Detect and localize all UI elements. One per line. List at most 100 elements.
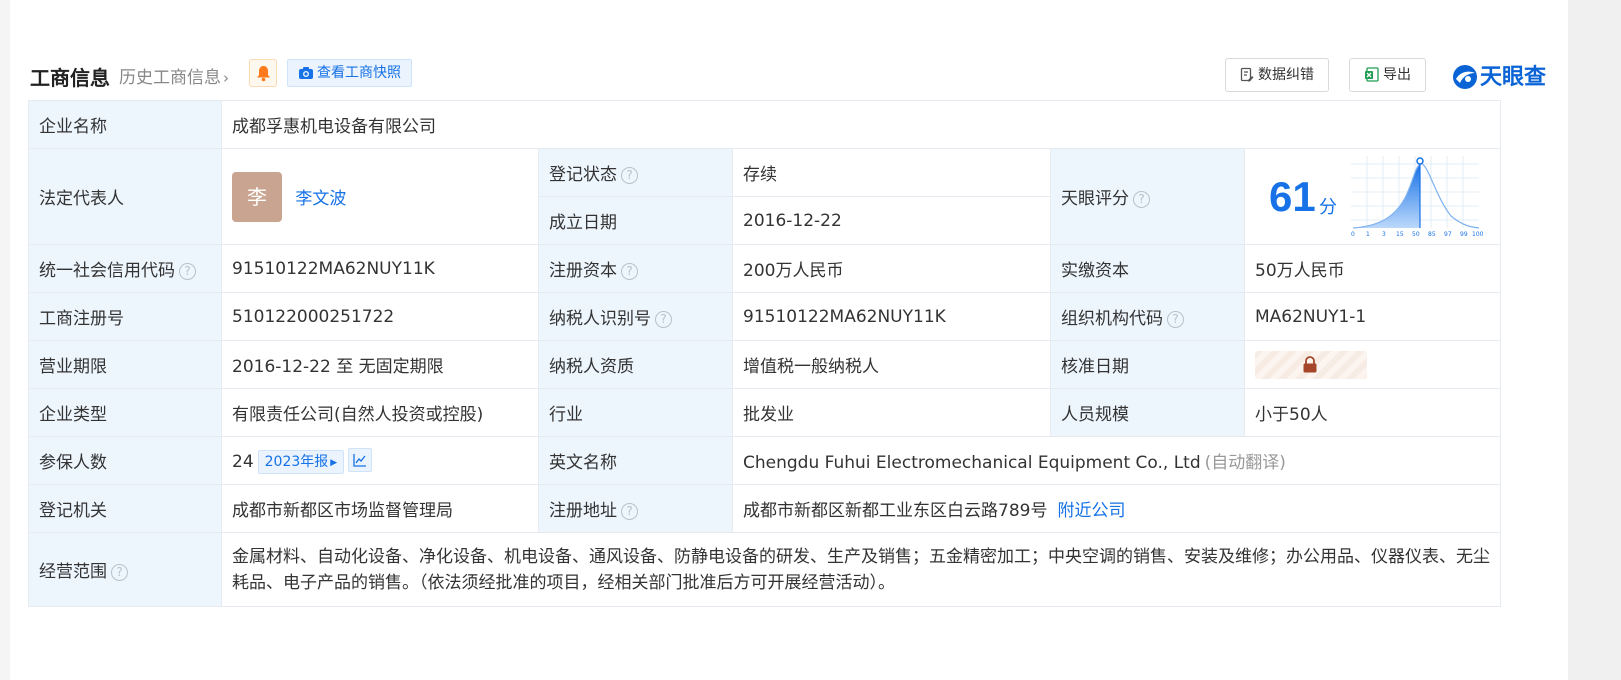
- help-icon[interactable]: ?: [621, 167, 638, 184]
- founded-label: 成立日期: [538, 196, 733, 245]
- snapshot-button[interactable]: 查看工商快照: [287, 59, 412, 87]
- line-chart-icon: [353, 453, 367, 467]
- help-icon[interactable]: ?: [655, 311, 672, 328]
- score-axis-tick: 0: [1351, 231, 1355, 238]
- taxpayer-id-label: 纳税人识别号: [549, 309, 651, 329]
- address-value: 成都市新都区新都工业东区白云路789号: [743, 501, 1048, 521]
- nearby-companies-link[interactable]: 附近公司: [1057, 501, 1125, 521]
- credit-code-label: 统一社会信用代码: [39, 261, 175, 281]
- english-name-cell: Chengdu Fuhui Electromechanical Equipmen…: [732, 436, 1501, 485]
- company-name-label: 企业名称: [28, 100, 222, 149]
- data-correction-button[interactable]: 数据纠错: [1225, 58, 1329, 92]
- section-header: 工商信息 历史工商信息 › 查看工商快照 数据纠错 导出 天眼查: [30, 56, 1550, 94]
- paid-capital-label: 实缴资本: [1050, 244, 1245, 293]
- section-title: 工商信息: [30, 66, 110, 90]
- table-row: 工商注册号 510122000251722 纳税人识别号? 91510122MA…: [28, 292, 1501, 341]
- score-axis-tick: 15: [1396, 231, 1404, 238]
- reg-capital-label-cell: 注册资本?: [538, 244, 733, 293]
- chevron-right-icon: ›: [223, 69, 229, 87]
- reg-capital-label: 注册资本: [549, 261, 617, 281]
- address-cell: 成都市新都区新都工业东区白云路789号 附近公司: [732, 484, 1501, 533]
- score-unit: 分: [1319, 197, 1337, 218]
- score-axis-tick: 100: [1472, 231, 1483, 238]
- annual-report-label: 2023年报: [264, 453, 329, 470]
- locked-value-button[interactable]: [1255, 350, 1367, 379]
- industry-value: 批发业: [732, 388, 1051, 437]
- staff-size-value: 小于50人: [1244, 388, 1501, 437]
- english-name-value: Chengdu Fuhui Electromechanical Equipmen…: [743, 453, 1201, 473]
- score-label: 天眼评分: [1061, 189, 1129, 209]
- score-axis-tick: 99: [1460, 231, 1468, 238]
- table-row: 经营范围? 金属材料、自动化设备、净化设备、机电设备、通风设备、防静电设备的研发…: [28, 532, 1501, 607]
- org-code-label: 组织机构代码: [1061, 309, 1163, 329]
- taxpayer-id-value: 91510122MA62NUY11K: [732, 292, 1051, 341]
- caret-right-icon: ▶: [330, 457, 338, 468]
- score-cell[interactable]: 61 分 0 1 3 15 50 85 97 99 100: [1244, 148, 1501, 245]
- snapshot-button-label: 查看工商快照: [317, 65, 401, 81]
- help-icon[interactable]: ?: [1133, 191, 1150, 208]
- scroll-gutter: [1568, 0, 1621, 680]
- scope-label-cell: 经营范围?: [28, 532, 222, 607]
- scope-label: 经营范围: [39, 562, 107, 582]
- tianyancha-logo: 天眼查: [1452, 59, 1546, 90]
- lock-icon: [1303, 355, 1317, 372]
- reg-status-value: 存续: [732, 148, 1051, 197]
- taxpayer-id-label-cell: 纳税人识别号?: [538, 292, 733, 341]
- annual-report-tag[interactable]: 2023年报 ▶: [257, 449, 345, 474]
- business-info-table: 企业名称 成都孚惠机电设备有限公司 法定代表人 李 李文波 登记状态? 存续 天…: [28, 100, 1501, 607]
- score-axis-tick: 85: [1428, 231, 1436, 238]
- reg-status-label: 登记状态: [549, 165, 617, 185]
- credit-code-label-cell: 统一社会信用代码?: [28, 244, 222, 293]
- trend-chart-button[interactable]: [348, 447, 373, 472]
- insured-cell: 24 2023年报 ▶: [221, 436, 539, 485]
- export-button[interactable]: 导出: [1349, 58, 1426, 92]
- score-label-cell: 天眼评分?: [1050, 148, 1245, 245]
- term-label: 营业期限: [28, 340, 222, 389]
- legal-rep-label: 法定代表人: [28, 148, 222, 245]
- credit-code-value: 91510122MA62NUY11K: [221, 244, 539, 293]
- edit-doc-icon: [1240, 67, 1254, 82]
- score-distribution-chart: 0 1 3 15 50 85 97 99 100: [1351, 156, 1483, 238]
- approval-date-cell: [1244, 340, 1501, 389]
- company-name-value: 成都孚惠机电设备有限公司: [221, 100, 1501, 149]
- founded-value: 2016-12-22: [732, 196, 1051, 245]
- score-axis-tick: 1: [1366, 231, 1370, 238]
- org-code-label-cell: 组织机构代码?: [1050, 292, 1245, 341]
- data-correction-label: 数据纠错: [1258, 67, 1314, 83]
- bell-icon: [257, 66, 270, 82]
- avatar[interactable]: 李: [232, 171, 282, 222]
- table-row: 营业期限 2016-12-22 至 无固定期限 纳税人资质 增值税一般纳税人 核…: [28, 340, 1501, 389]
- industry-label: 行业: [538, 388, 733, 437]
- help-icon[interactable]: ?: [1167, 311, 1184, 328]
- taxpayer-qual-label: 纳税人资质: [538, 340, 733, 389]
- legal-rep-name-link[interactable]: 李文波: [295, 189, 346, 209]
- help-icon[interactable]: ?: [621, 503, 638, 520]
- table-row: 法定代表人 李 李文波 登记状态? 存续 天眼评分? 61 分 0 1 3 15…: [28, 148, 1501, 245]
- export-label: 导出: [1383, 67, 1411, 83]
- help-icon[interactable]: ?: [621, 263, 638, 280]
- score-axis-tick: 97: [1444, 231, 1452, 238]
- help-icon[interactable]: ?: [111, 564, 128, 581]
- address-label: 注册地址: [549, 501, 617, 521]
- org-code-value: MA62NUY1-1: [1244, 292, 1501, 341]
- scope-value: 金属材料、自动化设备、净化设备、机电设备、通风设备、防静电设备的研发、生产及销售…: [221, 532, 1501, 607]
- tianyancha-logo-icon: [1453, 65, 1477, 89]
- company-type-label: 企业类型: [28, 388, 222, 437]
- table-row: 参保人数 24 2023年报 ▶ 英文名称 Chengdu Fuhui Electr…: [28, 436, 1501, 485]
- score-value: 61: [1269, 173, 1316, 220]
- history-link[interactable]: 历史工商信息 ›: [119, 63, 229, 88]
- reg-status-label-cell: 登记状态?: [538, 148, 733, 197]
- table-row: 企业类型 有限责任公司(自然人投资或控股) 行业 批发业 人员规模 小于50人: [28, 388, 1501, 437]
- camera-icon: [299, 67, 313, 79]
- bell-button[interactable]: [249, 59, 277, 87]
- help-icon[interactable]: ?: [179, 263, 196, 280]
- insured-value: 24: [232, 451, 254, 472]
- registry-label: 登记机关: [28, 484, 222, 533]
- reg-number-value: 510122000251722: [221, 292, 539, 341]
- approval-date-label: 核准日期: [1050, 340, 1245, 389]
- table-row: 统一社会信用代码? 91510122MA62NUY11K 注册资本? 200万人…: [28, 244, 1501, 293]
- auto-translate-note: (自动翻译): [1204, 453, 1286, 473]
- score-axis-tick: 3: [1382, 231, 1386, 238]
- registry-value: 成都市新都区市场监督管理局: [221, 484, 539, 533]
- table-row: 登记机关 成都市新都区市场监督管理局 注册地址? 成都市新都区新都工业东区白云路…: [28, 484, 1501, 533]
